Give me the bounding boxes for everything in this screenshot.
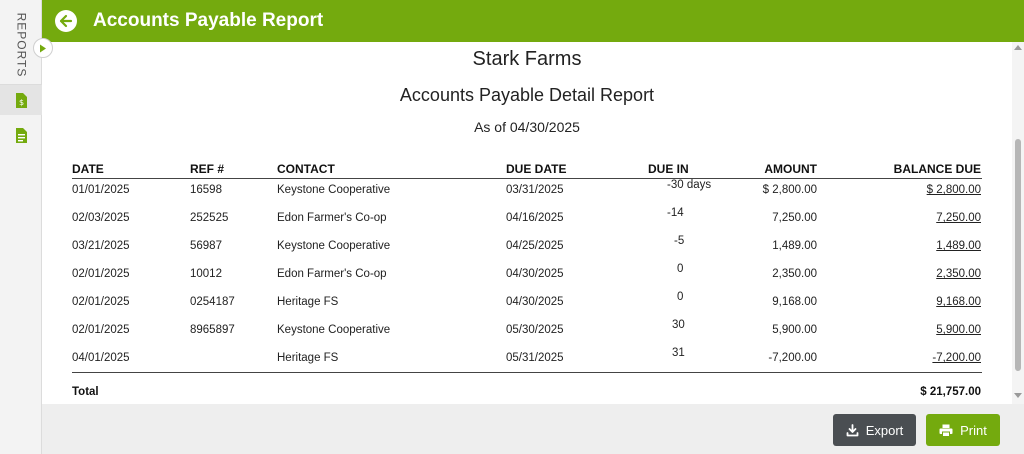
row-balance-due-link[interactable]: 2,350.00: [936, 268, 981, 280]
column-header-due-date: DUE DATE: [506, 162, 567, 176]
reports-label: REPORTS: [14, 12, 29, 78]
row-contact: Heritage FS: [277, 352, 339, 364]
row-amount: 7,250.00: [772, 212, 817, 224]
page-header: Accounts Payable Report: [42, 0, 1024, 42]
column-header-contact: CONTACT: [277, 162, 335, 176]
row-ref: 0254187: [190, 296, 235, 308]
scrollbar-thumb[interactable]: [1015, 139, 1021, 371]
row-due-in: 31: [672, 347, 685, 359]
table-row: 02/03/2025 252525 Edon Farmer's Co-op 04…: [42, 207, 1024, 232]
row-due-in: -30 days: [667, 179, 712, 191]
report-as-of-date: As of 04/30/2025: [474, 119, 580, 135]
reports-sidebar-title: REPORTS: [9, 12, 33, 78]
row-contact: Edon Farmer's Co-op: [277, 212, 387, 224]
row-amount: 1,489.00: [772, 240, 817, 252]
app-window: REPORTS $ Accounts Payable Report Stark …: [0, 0, 1024, 454]
play-arrow-icon: [40, 44, 46, 52]
row-ref: 8965897: [190, 324, 235, 336]
export-button[interactable]: Export: [833, 414, 916, 446]
reports-sidebar: REPORTS $: [0, 0, 42, 454]
row-balance-due-link[interactable]: 5,900.00: [936, 324, 981, 336]
row-balance-due-link[interactable]: 1,489.00: [936, 240, 981, 252]
row-amount: $ 2,800.00: [762, 184, 817, 196]
row-ref: 16598: [190, 184, 222, 196]
column-header-due-in: DUE IN: [648, 162, 689, 176]
report-viewer: Stark Farms Accounts Payable Detail Repo…: [42, 42, 1024, 404]
row-due-date: 05/30/2025: [506, 324, 564, 336]
row-due-in: 0: [677, 291, 684, 303]
row-due-date: 04/30/2025: [506, 296, 564, 308]
total-value: $ 21,757.00: [920, 386, 981, 398]
download-icon: [846, 423, 859, 436]
company-name: Stark Farms: [472, 48, 582, 70]
row-ref: 252525: [190, 212, 229, 224]
row-amount: 5,900.00: [772, 324, 817, 336]
row-due-date: 05/31/2025: [506, 352, 564, 364]
row-amount: 2,350.00: [772, 268, 817, 280]
header-divider: [72, 178, 982, 179]
table-row: 01/01/2025 16598 Keystone Cooperative 03…: [42, 179, 1024, 204]
arrow-left-icon: [59, 14, 73, 28]
scroll-down-icon[interactable]: [1014, 393, 1022, 398]
print-button[interactable]: Print: [926, 414, 1000, 446]
row-balance-due-link[interactable]: $ 2,800.00: [927, 184, 981, 196]
row-balance-due-link[interactable]: 7,250.00: [936, 212, 981, 224]
table-row: 02/01/2025 8965897 Keystone Cooperative …: [42, 319, 1024, 344]
row-due-in: 30: [672, 319, 685, 331]
table-row: 02/01/2025 10012 Edon Farmer's Co-op 04/…: [42, 263, 1024, 288]
row-contact: Keystone Cooperative: [277, 324, 391, 336]
row-date: 03/21/2025: [72, 240, 130, 252]
report-title: Accounts Payable Detail Report: [399, 85, 655, 105]
table-row: 02/01/2025 0254187 Heritage FS 04/30/202…: [42, 291, 1024, 316]
row-due-date: 04/30/2025: [506, 268, 564, 280]
scroll-up-icon[interactable]: [1014, 45, 1022, 50]
table-row: 04/01/2025 Heritage FS 05/31/2025 31 -7,…: [42, 347, 1024, 372]
total-label: Total: [72, 386, 99, 398]
document-icon: [16, 127, 27, 143]
row-amount: -7,200.00: [768, 352, 817, 364]
row-date: 01/01/2025: [72, 184, 130, 196]
printer-icon: [939, 424, 953, 437]
page-title: Accounts Payable Report: [93, 10, 324, 31]
row-due-in: 0: [677, 263, 684, 275]
row-due-date: 04/25/2025: [506, 240, 564, 252]
row-due-date: 04/16/2025: [506, 212, 564, 224]
row-amount: 9,168.00: [772, 296, 817, 308]
row-contact: Keystone Cooperative: [277, 184, 391, 196]
row-due-in: -5: [674, 235, 685, 247]
row-balance-due-link[interactable]: -7,200.00: [932, 352, 981, 364]
svg-text:$: $: [19, 98, 24, 107]
row-due-in: -14: [667, 207, 684, 219]
row-contact: Keystone Cooperative: [277, 240, 391, 252]
sidebar-item-report-list[interactable]: [12, 125, 30, 145]
row-balance-due-link[interactable]: 9,168.00: [936, 296, 981, 308]
print-button-label: Print: [960, 422, 987, 438]
row-date: 04/01/2025: [72, 352, 130, 364]
table-row: 03/21/2025 56987 Keystone Cooperative 04…: [42, 235, 1024, 260]
action-footer: Export Print: [42, 404, 1024, 454]
row-contact: Heritage FS: [277, 296, 339, 308]
row-date: 02/01/2025: [72, 296, 130, 308]
column-header-date: DATE: [72, 162, 104, 176]
column-header-ref: REF #: [190, 162, 225, 176]
row-due-date: 03/31/2025: [506, 184, 564, 196]
row-date: 02/01/2025: [72, 268, 130, 280]
row-ref: 56987: [190, 240, 222, 252]
back-button[interactable]: [55, 10, 77, 32]
row-date: 02/01/2025: [72, 324, 130, 336]
column-header-amount: AMOUNT: [764, 162, 817, 176]
report-scrollbar[interactable]: [1012, 42, 1024, 404]
sidebar-toggle-button[interactable]: [33, 38, 53, 58]
column-header-balance-due: BALANCE DUE: [893, 162, 981, 176]
export-button-label: Export: [865, 422, 904, 438]
row-contact: Edon Farmer's Co-op: [277, 268, 387, 280]
total-divider: [72, 372, 982, 373]
row-date: 02/03/2025: [72, 212, 130, 224]
dollar-document-icon: $: [16, 92, 27, 108]
row-ref: 10012: [190, 268, 222, 280]
sidebar-item-payable-report[interactable]: $: [0, 85, 42, 115]
